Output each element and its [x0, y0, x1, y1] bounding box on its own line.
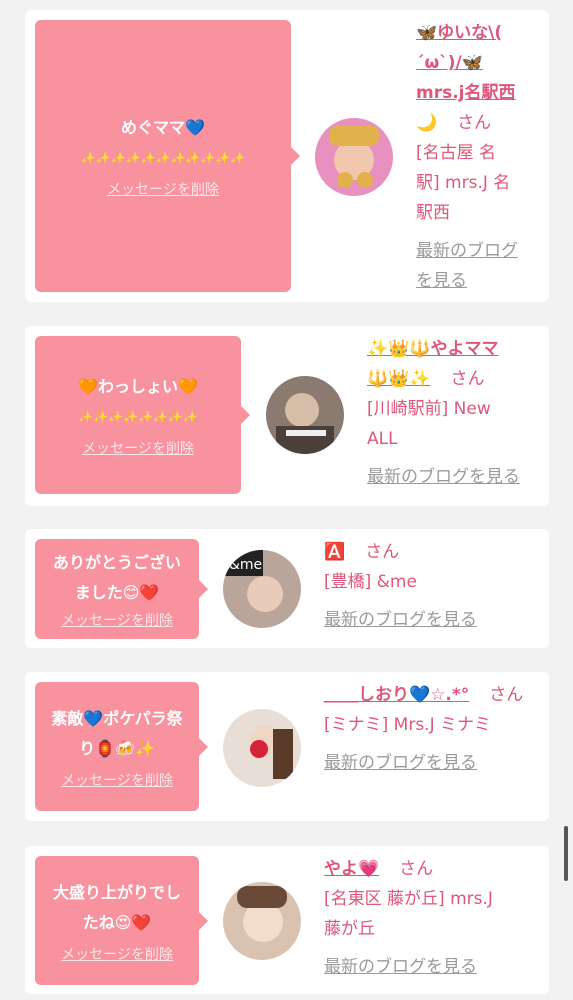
- message-card: 大盛り上がりでし たね😍❤️ メッセージを削除 やよ💗 さん [名東区 藤が丘] …: [25, 846, 549, 994]
- shop-label: [川崎駅前] New ALL: [367, 394, 537, 454]
- shop-line: [川崎駅前] New: [367, 399, 491, 419]
- sender-info: ✨👑🔱やよママ 🔱👑✨ さん [川崎駅前] New ALL 最新のブログを見る: [367, 334, 537, 492]
- sender-info: やよ💗 さん [名東区 藤が丘] mrs.J 藤が丘 最新のブログを見る: [324, 854, 537, 982]
- sender-info: 🦋ゆいな\( ´ω`)/🦋 mrs.j名駅西 🌙 さん [名古屋 名 駅] mrs…: [416, 18, 537, 296]
- shop-line: 藤が丘: [324, 919, 375, 939]
- shop-line: [名古屋 名: [416, 143, 497, 163]
- message-line: 大盛り上がりでし: [52, 882, 181, 902]
- avatar[interactable]: &me: [223, 550, 301, 628]
- message-card: 🧡わっしょい🧡 ✨✨✨✨✨✨✨✨ メッセージを削除 ✨👑🔱やよママ 🔱👑✨ さん …: [25, 326, 549, 506]
- delete-message-link[interactable]: メッセージを削除: [82, 438, 194, 458]
- message-bubble: 大盛り上がりでし たね😍❤️ メッセージを削除: [35, 856, 208, 985]
- message-line: 素敵💙ポケパラ祭: [51, 708, 183, 728]
- message-line: り🏮🍻✨: [79, 738, 155, 758]
- latest-blog-link[interactable]: 最新のブログ を見る: [416, 236, 537, 296]
- shop-line: ALL: [367, 429, 398, 449]
- sender-name-tail: 🌙: [416, 113, 438, 133]
- blog-link-line: 最新のブログ: [416, 241, 518, 261]
- message-line: ありがとうござい: [52, 553, 181, 572]
- message-line: ✨✨✨✨✨✨✨✨✨✨✨: [80, 151, 246, 165]
- message-line: たね😍❤️: [82, 912, 152, 932]
- delete-message-link[interactable]: メッセージを削除: [107, 179, 219, 199]
- avatar[interactable]: [266, 376, 344, 454]
- honorific: さん: [365, 542, 400, 562]
- sender-info: ＿＿しおり💙☆.*° さん [ミナミ] Mrs.J ミナミ 最新のブログを見る: [324, 680, 537, 778]
- message-line: めぐママ💙: [121, 118, 205, 137]
- message-bubble: 🧡わっしょい🧡 ✨✨✨✨✨✨✨✨ メッセージを削除: [35, 336, 250, 494]
- sender-name-line: ´ω`)/🦋: [416, 53, 483, 73]
- shop-line: 駅] mrs.J 名: [416, 173, 511, 193]
- blog-link-line: を見る: [416, 271, 467, 291]
- sender-name-tail[interactable]: 🔱👑✨: [367, 369, 431, 389]
- message-bubble: ありがとうござい ました😊❤️ メッセージを削除: [35, 539, 208, 639]
- shop-line: [名東区 藤が丘] mrs.J: [324, 889, 493, 909]
- message-text: めぐママ💙 ✨✨✨✨✨✨✨✨✨✨✨: [75, 113, 251, 173]
- latest-blog-link[interactable]: 最新のブログを見る: [324, 605, 537, 635]
- latest-blog-link[interactable]: 最新のブログを見る: [324, 748, 537, 778]
- sender-name-link[interactable]: 🅰️: [324, 542, 345, 562]
- avatar[interactable]: [223, 882, 301, 960]
- avatar[interactable]: [315, 118, 393, 196]
- message-line: ✨✨✨✨✨✨✨✨: [78, 410, 198, 424]
- latest-blog-link[interactable]: 最新のブログを見る: [367, 462, 537, 492]
- message-text: 🧡わっしょい🧡 ✨✨✨✨✨✨✨✨: [72, 372, 204, 432]
- sender-info: 🅰️ さん [豊橋] &me 最新のブログを見る: [324, 537, 537, 635]
- delete-message-link[interactable]: メッセージを削除: [61, 610, 173, 630]
- sender-name-line: mrs.j名駅西: [416, 83, 516, 103]
- sender-name-line: 🦋ゆいな\(: [416, 23, 503, 43]
- honorific: さん: [489, 685, 524, 705]
- message-card: 素敵💙ポケパラ祭 り🏮🍻✨ メッセージを削除 ＿＿しおり💙☆.*° さん [ミナミ…: [25, 672, 549, 821]
- shop-label: [名東区 藤が丘] mrs.J 藤が丘: [324, 884, 537, 944]
- svg-text:&me: &me: [229, 557, 262, 573]
- scrollbar[interactable]: [564, 826, 568, 881]
- sender-name-link[interactable]: 🦋ゆいな\( ´ω`)/🦋 mrs.j名駅西: [416, 18, 537, 108]
- honorific: さん: [450, 369, 485, 389]
- shop-label: [豊橋] &me: [324, 572, 417, 592]
- sender-name-link[interactable]: ✨👑🔱やよママ: [367, 334, 537, 364]
- message-text: 素敵💙ポケパラ祭 り🏮🍻✨: [45, 704, 188, 764]
- delete-message-link[interactable]: メッセージを削除: [61, 944, 173, 964]
- message-bubble: 素敵💙ポケパラ祭 り🏮🍻✨ メッセージを削除: [35, 682, 208, 811]
- honorific: さん: [457, 113, 492, 133]
- avatar[interactable]: [223, 709, 301, 787]
- message-text: 大盛り上がりでし たね😍❤️: [47, 878, 187, 938]
- shop-label: [名古屋 名 駅] mrs.J 名 駅西: [416, 138, 537, 228]
- shop-line: 駅西: [416, 203, 450, 223]
- message-text: ありがとうござい ました😊❤️: [47, 548, 187, 608]
- message-line: 🧡わっしょい🧡: [78, 377, 198, 396]
- message-card: めぐママ💙 ✨✨✨✨✨✨✨✨✨✨✨ メッセージを削除 🦋ゆいな\( ´ω`)/🦋…: [25, 10, 549, 302]
- shop-label: [ミナミ] Mrs.J ミナミ: [324, 715, 492, 735]
- sender-name-link[interactable]: やよ💗: [324, 859, 379, 879]
- sender-name-link[interactable]: ＿＿しおり💙☆.*°: [324, 685, 469, 705]
- message-line: ました😊❤️: [74, 583, 160, 602]
- latest-blog-link[interactable]: 最新のブログを見る: [324, 952, 537, 982]
- honorific: さん: [399, 859, 434, 879]
- message-card: ありがとうござい ました😊❤️ メッセージを削除 &me 🅰️ さん [豊橋] &…: [25, 529, 549, 648]
- message-bubble: めぐママ💙 ✨✨✨✨✨✨✨✨✨✨✨ メッセージを削除: [35, 20, 300, 292]
- delete-message-link[interactable]: メッセージを削除: [61, 770, 173, 790]
